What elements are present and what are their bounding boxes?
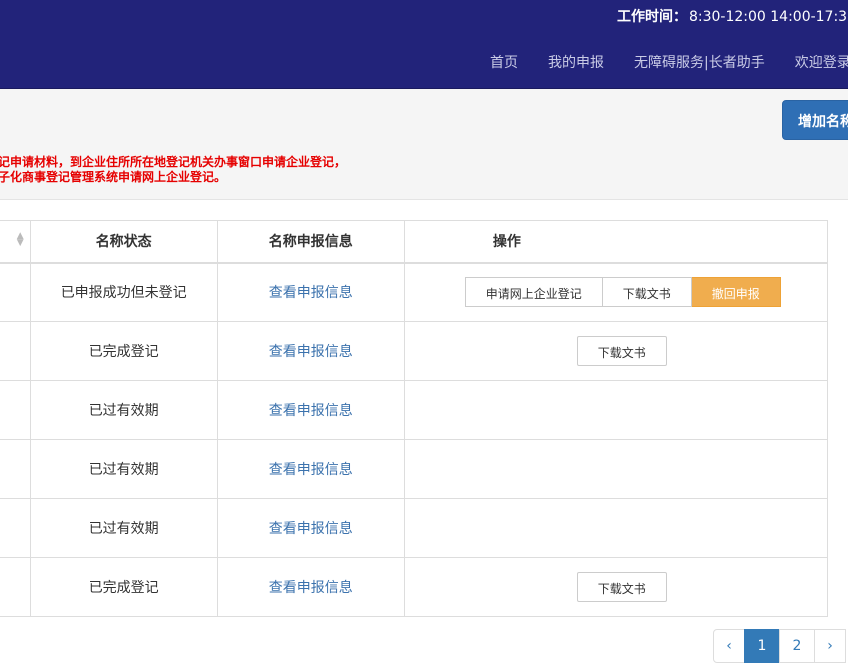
toolbar: 增加名称 记申请材料，到企业住所所在地登记机关办事窗口申请企业登记， 子化商事登… [0, 89, 848, 200]
main-nav: 首页 我的申报 无障碍服务|长者助手 欢迎登录 [490, 52, 848, 72]
row-actions: 下载文书 [403, 321, 829, 381]
table-row: 已过有效期 查看申报信息 [0, 380, 829, 440]
prev-page-button[interactable]: ‹ [713, 629, 745, 663]
page-2-button[interactable]: 2 [779, 629, 815, 663]
view-info-link[interactable]: 查看申报信息 [216, 557, 405, 617]
table-row: 已完成登记 查看申报信息 下载文书 [0, 321, 829, 381]
worktime-value: 8:30-12:00 14:00-17:30 [688, 9, 848, 25]
worktime-label: 工作时间： [616, 9, 687, 25]
view-info-link[interactable]: 查看申报信息 [216, 262, 405, 322]
col-actions-header: 操作 [403, 220, 829, 264]
applications-table: ▲ ▼ 名称状态 名称申报信息 操作 已申报成功但未登记 查看申报信息 申请网上企… [0, 220, 829, 617]
notice-line-1: 记申请材料，到企业住所所在地登记机关办事窗口申请企业登记， [0, 155, 347, 169]
table-row: 已申报成功但未登记 查看申报信息 申请网上企业登记 下载文书 撤回申报 [0, 262, 829, 322]
sort-column-header[interactable]: ▲ ▼ [0, 220, 31, 264]
nav-home[interactable]: 首页 [490, 52, 518, 72]
row-actions [403, 498, 829, 558]
col-status-header: 名称状态 [29, 220, 218, 264]
worktime: 工作时间： 8:30-12:00 14:00-17:30 [617, 6, 848, 26]
download-docs-button[interactable]: 下载文书 [576, 572, 667, 602]
sort-icon[interactable]: ▲ ▼ [17, 232, 24, 248]
table-header-row: ▲ ▼ 名称状态 名称申报信息 操作 [0, 220, 829, 264]
nav-accessibility[interactable]: 无障碍服务|长者助手 [634, 52, 765, 72]
row-actions: 申请网上企业登记 下载文书 撤回申报 [403, 262, 829, 322]
view-info-link[interactable]: 查看申报信息 [216, 498, 405, 558]
add-name-button[interactable]: 增加名称 [782, 100, 848, 140]
withdraw-button[interactable]: 撤回申报 [691, 277, 781, 308]
page-1-button[interactable]: 1 [744, 629, 780, 663]
col-info-header: 名称申报信息 [216, 220, 405, 264]
notice-line-2: 子化商事登记管理系统申请网上企业登记。 [0, 170, 227, 184]
site-header: 工作时间： 8:30-12:00 14:00-17:30 首页 我的申报 无障碍服… [0, 0, 848, 89]
next-page-button[interactable]: › [814, 629, 846, 663]
row-status: 已完成登记 [29, 557, 218, 617]
view-info-link[interactable]: 查看申报信息 [216, 380, 405, 440]
download-docs-button[interactable]: 下载文书 [576, 336, 667, 366]
view-info-link[interactable]: 查看申报信息 [216, 321, 405, 381]
notice-text: 记申请材料，到企业住所所在地登记机关办事窗口申请企业登记， 子化商事登记管理系统… [0, 155, 346, 185]
view-info-link[interactable]: 查看申报信息 [216, 439, 405, 499]
row-actions [403, 380, 829, 440]
online-registration-button[interactable]: 申请网上企业登记 [464, 277, 603, 308]
table-row: 已过有效期 查看申报信息 [0, 498, 829, 558]
row-status: 已过有效期 [29, 439, 218, 499]
action-button-group: 申请网上企业登记 下载文书 撤回申报 [464, 277, 781, 308]
row-status: 已申报成功但未登记 [29, 262, 218, 322]
pagination: ‹ 1 2 › [713, 629, 846, 663]
row-actions: 下载文书 [403, 557, 829, 617]
row-actions [403, 439, 829, 499]
download-docs-button[interactable]: 下载文书 [602, 277, 692, 308]
nav-my-applications[interactable]: 我的申报 [548, 52, 604, 72]
nav-login[interactable]: 欢迎登录 [795, 52, 848, 72]
row-status: 已完成登记 [29, 321, 218, 381]
table-row: 已过有效期 查看申报信息 [0, 439, 829, 499]
table-row: 已完成登记 查看申报信息 下载文书 [0, 557, 829, 617]
row-status: 已过有效期 [29, 380, 218, 440]
row-status: 已过有效期 [29, 498, 218, 558]
